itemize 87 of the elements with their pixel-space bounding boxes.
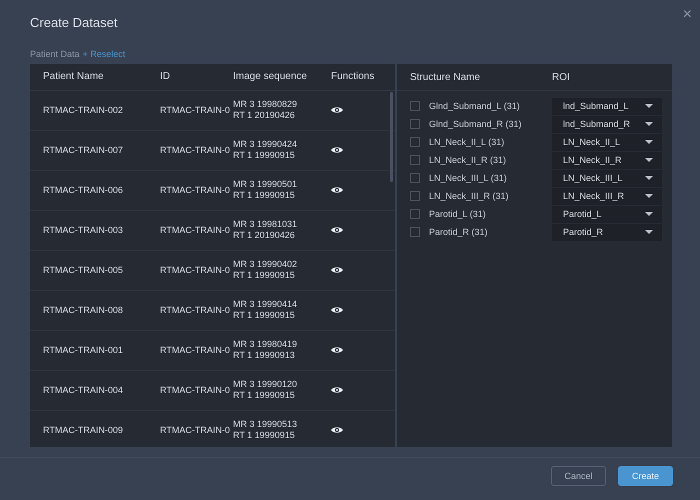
table-cell-text: MR 3 19990513 — [233, 419, 298, 430]
table-cell-text: MR 3 19990402 — [233, 259, 298, 270]
checkbox[interactable] — [410, 173, 420, 183]
table-cell-text: RT 1 19990915 — [233, 430, 296, 442]
table-cell-text: MR 3 19990120 — [233, 379, 298, 390]
table-cell-text: RT 1 19990915 — [233, 390, 296, 402]
roi-dropdown[interactable]: Parotid_R — [552, 224, 662, 240]
table-cell-text: MR 3 19981031 — [233, 219, 298, 230]
view-icon[interactable] — [331, 386, 343, 394]
roi-dropdown[interactable]: LN_Neck_III_R — [552, 188, 662, 204]
structure-name: LN_Neck_III_R (31) — [429, 191, 509, 201]
column-header: Structure Name — [410, 72, 482, 82]
view-icon[interactable] — [331, 266, 343, 274]
structure-name: Glnd_Submand_R (31) — [429, 119, 522, 129]
view-icon[interactable] — [331, 146, 343, 154]
caret-icon — [645, 194, 653, 198]
table-cell-text: RT 1 20190426 — [233, 230, 296, 242]
table-cell-text: MR 3 19990424 — [233, 139, 298, 150]
column-header: Functions — [331, 71, 376, 82]
table-cell-text: MR 3 19990501 — [233, 179, 298, 190]
structure-name: Parotid_R (31) — [429, 227, 488, 237]
column-header: ROI — [552, 72, 571, 82]
table-cell-text: RTMAC-TRAIN-004 — [43, 385, 124, 396]
dialog-title: Create Dataset — [30, 14, 118, 30]
table-cell-text: RTMAC-TRAIN-007 — [43, 145, 124, 156]
roi-dropdown[interactable]: lnd_Submand_L — [552, 98, 662, 114]
structure-name: LN_Neck_III_L (31) — [429, 173, 507, 183]
table-cell-text: MR 3 19980419 — [233, 339, 298, 350]
table-cell-text: RTMAC-TRAIN-001 — [43, 345, 124, 356]
scrollbar[interactable] — [390, 92, 393, 182]
roi-dropdown[interactable]: LN_Neck_II_R — [552, 152, 662, 168]
table-cell-text: RT 1 19990913 — [233, 350, 296, 362]
table-cell-text: RTMAC-TRAIN-0 — [160, 145, 231, 156]
view-icon[interactable] — [331, 346, 343, 354]
table-cell-text: RTMAC-TRAIN-005 — [43, 265, 124, 276]
caret-icon — [645, 230, 653, 234]
checkbox[interactable] — [410, 227, 420, 237]
checkbox[interactable] — [410, 137, 420, 147]
view-icon[interactable] — [331, 106, 343, 114]
caret-icon — [645, 212, 653, 216]
roi-dropdown[interactable]: lnd_Submand_R — [552, 116, 662, 132]
column-header: Patient Name — [43, 71, 105, 82]
structure-name: Glnd_Submand_L (31) — [429, 101, 520, 111]
view-icon[interactable] — [331, 186, 343, 194]
table-cell-text: RTMAC-TRAIN-0 — [160, 345, 231, 356]
roi-dropdown[interactable]: LN_Neck_III_L — [552, 170, 662, 186]
table-cell-text: RTMAC-TRAIN-0 — [160, 225, 231, 236]
table-cell-text: RTMAC-TRAIN-006 — [43, 185, 124, 196]
table-cell-text: RT 1 19990915 — [233, 310, 296, 322]
cancel-button[interactable]: Cancel — [551, 466, 606, 486]
checkbox[interactable] — [410, 155, 420, 165]
table-cell-text: RTMAC-TRAIN-002 — [43, 105, 124, 116]
checkbox[interactable] — [410, 119, 420, 129]
section-label: Patient Data — [30, 49, 80, 59]
view-icon[interactable] — [331, 426, 343, 434]
table-cell-text: RT 1 19990915 — [233, 150, 296, 162]
table-cell-text: RTMAC-TRAIN-0 — [160, 185, 231, 196]
column-header: Image sequence — [233, 71, 308, 82]
caret-icon — [645, 176, 653, 180]
table-cell-text: RTMAC-TRAIN-009 — [43, 425, 124, 436]
checkbox[interactable] — [410, 191, 420, 201]
caret-icon — [645, 122, 653, 126]
caret-icon — [645, 140, 653, 144]
table-cell-text: RTMAC-TRAIN-0 — [160, 265, 231, 276]
table-cell-text: RTMAC-TRAIN-0 — [160, 305, 231, 316]
roi-dropdown[interactable]: Parotid_L — [552, 206, 662, 222]
caret-icon — [645, 158, 653, 162]
view-icon[interactable] — [331, 226, 343, 234]
column-header: ID — [160, 71, 171, 82]
checkbox[interactable] — [410, 101, 420, 111]
structure-name: Parotid_L (31) — [429, 209, 486, 219]
table-cell-text: RTMAC-TRAIN-008 — [43, 305, 124, 316]
view-icon[interactable] — [331, 306, 343, 314]
table-cell-text: RT 1 19990915 — [233, 270, 296, 282]
caret-icon — [645, 104, 653, 108]
structure-name: LN_Neck_II_L (31) — [429, 137, 504, 147]
roi-dropdown[interactable]: LN_Neck_II_L — [552, 134, 662, 150]
table-cell-text: RTMAC-TRAIN-0 — [160, 105, 231, 116]
table-cell-text: MR 3 19990414 — [233, 299, 298, 310]
table-cell-text: RTMAC-TRAIN-0 — [160, 385, 231, 396]
table-cell-text: RT 1 20190426 — [233, 110, 296, 122]
checkbox[interactable] — [410, 209, 420, 219]
structure-name: LN_Neck_II_R (31) — [429, 155, 506, 165]
table-cell-text: RTMAC-TRAIN-003 — [43, 225, 124, 236]
table-cell-text: RTMAC-TRAIN-0 — [160, 425, 231, 436]
table-cell-text: MR 3 19980829 — [233, 99, 298, 110]
table-cell-text: RT 1 19990915 — [233, 190, 296, 202]
